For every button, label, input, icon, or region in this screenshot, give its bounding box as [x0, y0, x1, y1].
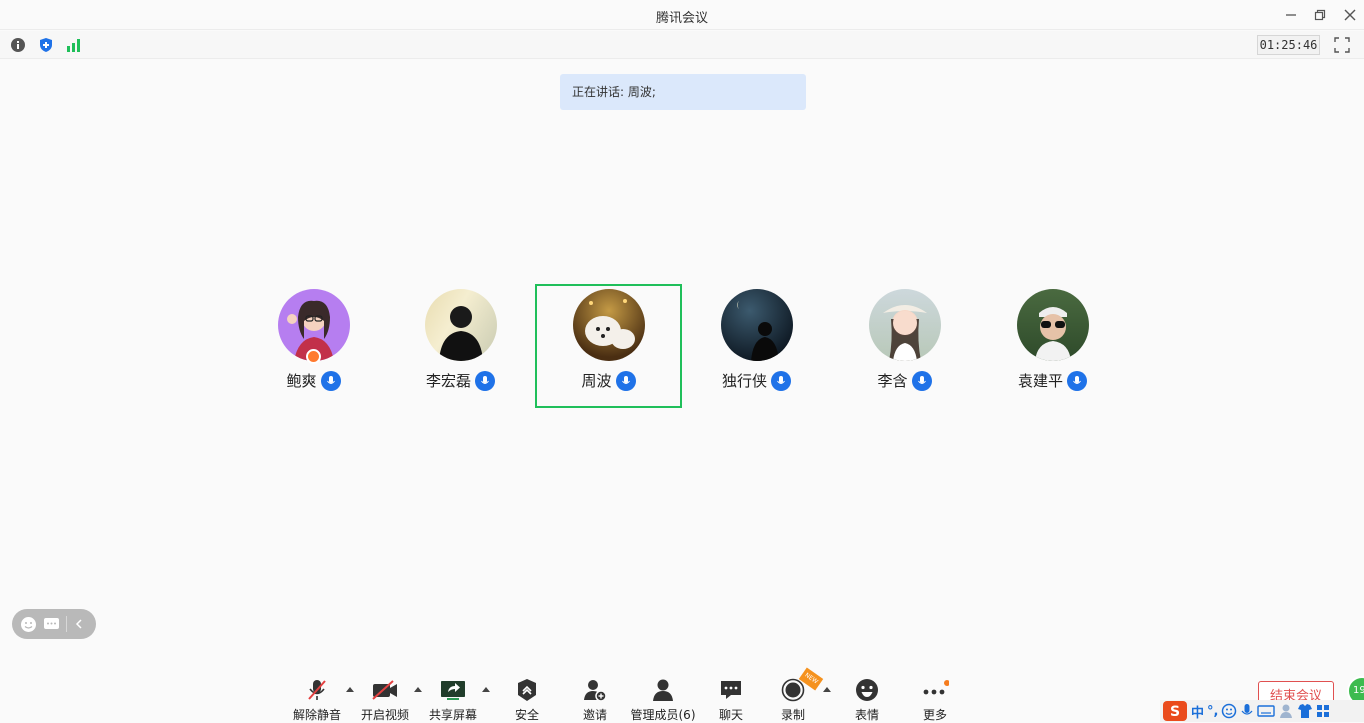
sogou-logo-icon: S	[1163, 701, 1187, 721]
microphone-icon	[911, 370, 932, 391]
start-video-button[interactable]: 开启视频	[361, 678, 409, 723]
ime-skin-icon	[1298, 704, 1313, 718]
members-icon	[653, 679, 673, 701]
share-screen-icon	[441, 681, 465, 700]
chevron-left-icon	[75, 619, 82, 629]
svg-text:S: S	[1170, 704, 1180, 720]
ime-menu-icon	[1317, 705, 1330, 717]
microphone-icon	[615, 370, 636, 391]
meeting-timer: 01:25:46	[1257, 35, 1320, 55]
emoji-reaction-button[interactable]: 表情	[843, 678, 891, 723]
signal-bars-icon	[67, 39, 80, 52]
ime-toolbar[interactable]: S 中 °,	[1160, 700, 1364, 722]
start-video-label: 开启视频	[361, 708, 410, 722]
ime-user-icon	[1280, 704, 1293, 718]
ime-voice-icon	[1241, 704, 1253, 715]
ime-keyboard-icon	[1257, 705, 1276, 717]
microphone-muted-icon	[308, 680, 326, 700]
avatar	[1017, 289, 1089, 361]
manage-members-label: 管理成员(6)	[630, 708, 696, 722]
unmute-label: 解除静音	[293, 708, 342, 722]
emoji-icon	[21, 616, 36, 632]
restore-icon	[1314, 9, 1326, 21]
ime-emoji-icon	[1222, 703, 1237, 719]
emoji-reaction-label: 表情	[854, 708, 879, 722]
participant-tile-active[interactable]: 周波	[535, 284, 682, 408]
fullscreen-icon	[1334, 37, 1350, 53]
participant-tile[interactable]: 袁建平	[979, 284, 1126, 408]
close-button[interactable]	[1339, 4, 1361, 26]
window-title: 腾讯会议	[655, 11, 708, 26]
security-status-button[interactable]	[37, 36, 55, 54]
invite-label: 邀请	[582, 708, 607, 722]
close-icon	[1344, 9, 1356, 21]
invite-button[interactable]: 邀请	[571, 678, 619, 723]
avatar	[721, 289, 793, 361]
invite-user-icon	[584, 680, 607, 702]
microphone-icon	[771, 370, 791, 391]
info-icon	[11, 38, 25, 52]
chat-icon	[44, 617, 59, 629]
microphone-icon	[475, 370, 495, 391]
unmute-button[interactable]: 解除静音	[293, 678, 341, 723]
more-label: 更多	[922, 708, 947, 722]
record-icon	[781, 678, 805, 702]
minimize-button[interactable]	[1280, 4, 1302, 26]
microphone-icon	[1067, 370, 1087, 391]
audio-options-caret-icon[interactable]	[346, 687, 354, 692]
participant-tile[interactable]: 鲍爽	[240, 284, 387, 408]
avatar	[425, 289, 497, 361]
participant-tile[interactable]: 独行侠	[683, 284, 830, 408]
avatar	[573, 289, 645, 361]
smiley-icon	[856, 679, 878, 701]
minimize-icon	[1286, 14, 1296, 16]
shield-icon	[40, 38, 52, 52]
record-options-caret-icon[interactable]	[823, 687, 831, 692]
participant-name: 周波	[581, 372, 612, 390]
ime-language[interactable]: 中	[1191, 702, 1204, 721]
chat-label: 聊天	[718, 708, 743, 722]
fullscreen-button[interactable]	[1333, 36, 1351, 54]
camera-off-icon	[372, 680, 397, 700]
ime-punctuation[interactable]: °,	[1207, 704, 1218, 719]
participant-name: 李宏磊	[425, 372, 471, 390]
restore-button[interactable]	[1309, 4, 1331, 26]
security-label: 安全	[514, 708, 539, 722]
share-options-caret-icon[interactable]	[482, 687, 490, 692]
participant-name: 李含	[877, 372, 908, 390]
chat-bubble-icon	[721, 681, 741, 699]
participant-name: 鲍爽	[286, 372, 317, 390]
avatar	[869, 289, 941, 361]
info-button[interactable]	[9, 36, 27, 54]
record-label: 录制	[780, 708, 805, 722]
meeting-toolbar: 01:25:46	[0, 31, 1364, 59]
more-dots-icon	[923, 680, 949, 695]
security-button[interactable]: 安全	[503, 678, 551, 723]
more-button[interactable]: 更多	[911, 678, 959, 723]
share-screen-label: 共享屏幕	[429, 708, 478, 722]
network-status-button[interactable]	[65, 36, 83, 54]
speaking-indicator: 正在讲话: 周波;	[560, 74, 806, 110]
record-button[interactable]: 录制 NEW	[769, 667, 824, 723]
participant-tile[interactable]: 李宏磊	[387, 284, 534, 408]
chat-button[interactable]: 聊天	[707, 678, 755, 723]
manage-members-button[interactable]: 管理成员(6)	[630, 678, 696, 723]
participant-tile[interactable]: 李含	[831, 284, 978, 408]
security-shield-icon	[518, 679, 536, 701]
host-badge-icon	[306, 349, 321, 364]
floating-toolbar[interactable]	[12, 609, 96, 639]
video-options-caret-icon[interactable]	[414, 687, 422, 692]
microphone-icon	[320, 370, 341, 391]
title-bar: 腾讯会议	[0, 0, 1364, 30]
share-screen-button[interactable]: 共享屏幕	[429, 678, 477, 723]
participant-name: 袁建平	[1017, 372, 1063, 390]
participant-name: 独行侠	[721, 372, 767, 390]
